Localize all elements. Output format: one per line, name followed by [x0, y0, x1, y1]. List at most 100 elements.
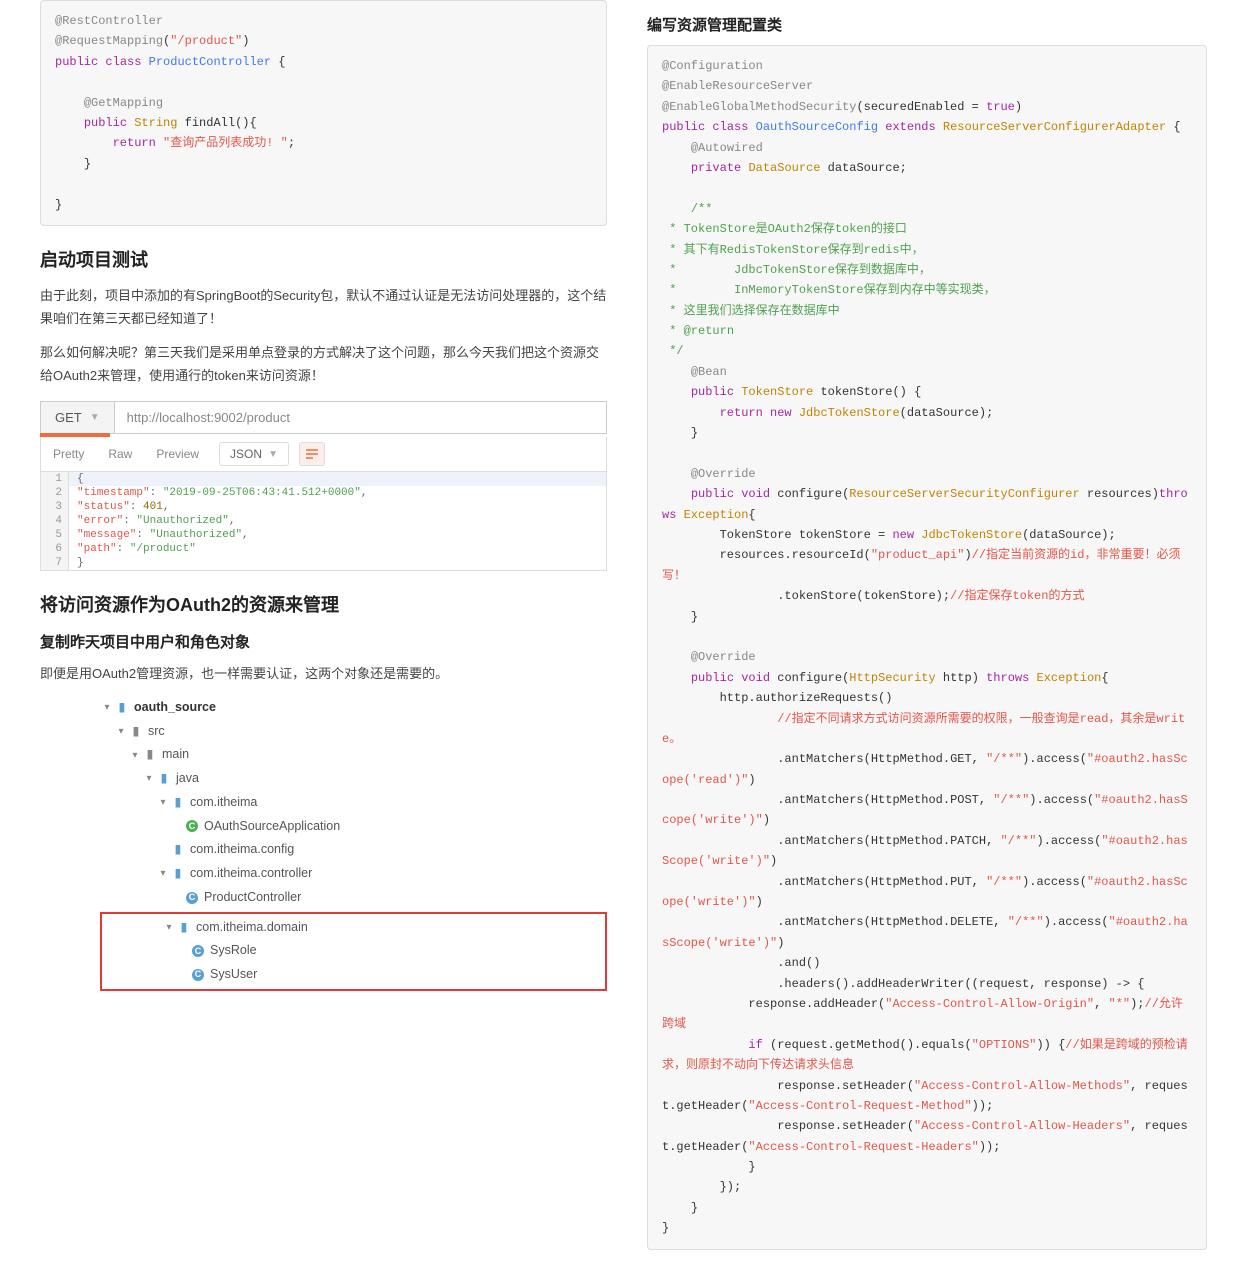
keyword: public	[691, 487, 734, 501]
heading-config-class: 编写资源管理配置类	[647, 14, 1207, 35]
heading-copy-objects: 复制昨天项目中用户和角色对象	[40, 631, 607, 652]
type: ResourceServerConfigurerAdapter	[943, 120, 1166, 134]
tree-row[interactable]: ▾▮main	[100, 743, 607, 767]
type: Exception	[684, 508, 749, 522]
json-line: "path": "/product"	[69, 542, 606, 556]
keyword: return	[720, 406, 763, 420]
tree-row[interactable]: ▮com.itheima.config	[100, 838, 607, 862]
tree-row[interactable]: ▾▮src	[100, 720, 607, 744]
string-literal: "OPTIONS"	[972, 1038, 1037, 1052]
wrap-lines-button[interactable]	[299, 442, 325, 466]
tree-label: com.itheima.config	[190, 838, 294, 862]
json-line: {	[69, 472, 606, 486]
class-icon: C	[184, 819, 200, 833]
comment: /**	[691, 202, 713, 216]
tab-raw[interactable]: Raw	[96, 441, 144, 467]
left-column: @RestController @RequestMapping("/produc…	[40, 0, 607, 1270]
tree-row[interactable]: ▾▮com.itheima	[100, 791, 607, 815]
folder-icon: ▮	[128, 724, 144, 738]
code-block-oauth-config: @Configuration @EnableResourceServer @En…	[647, 45, 1207, 1250]
page-root: @RestController @RequestMapping("/produc…	[0, 0, 1247, 1270]
comment: //指定保存token的方式	[950, 589, 1084, 603]
type: ResourceServerSecurityConfigurer	[849, 487, 1079, 501]
class-icon: C	[184, 891, 200, 905]
keyword: public	[691, 385, 734, 399]
chevron-down-icon: ▼	[90, 412, 100, 423]
method-name: findAll	[185, 116, 235, 130]
caret-down-icon: ▾	[100, 698, 114, 717]
tree-label: OAuthSourceApplication	[204, 815, 340, 839]
tree-row[interactable]: CSysUser	[106, 963, 601, 987]
tab-pretty[interactable]: Pretty	[41, 441, 96, 467]
annotation: @EnableGlobalMethodSecurity	[662, 100, 856, 114]
keyword: public	[662, 120, 705, 134]
keyword: class	[105, 55, 141, 69]
arg: resources	[1087, 487, 1152, 501]
annotation: @Autowired	[691, 141, 763, 155]
keyword: extends	[885, 120, 935, 134]
type: Exception	[1037, 671, 1102, 685]
tree-label: main	[162, 743, 189, 767]
highlighted-box: ▾▮com.itheima.domain CSysRole CSysUser	[100, 912, 607, 991]
method-name: tokenStore	[820, 385, 892, 399]
postman-request-bar: GET ▼ http://localhost:9002/product	[40, 401, 607, 434]
http-method-selector[interactable]: GET ▼	[41, 402, 115, 433]
postman-screenshot: GET ▼ http://localhost:9002/product Pret…	[40, 401, 607, 571]
json-response: 1{ 2 "timestamp": "2019-09-25T06:43:41.5…	[40, 472, 607, 571]
arg: http	[943, 671, 972, 685]
active-tab-indicator	[40, 433, 110, 437]
annotation: @Bean	[691, 365, 727, 379]
caret-down-icon: ▾	[114, 722, 128, 741]
json-line: "error": "Unauthorized",	[69, 514, 606, 528]
annotation: @Configuration	[662, 59, 763, 73]
type: JdbcTokenStore	[799, 406, 900, 420]
tree-label: java	[176, 767, 199, 791]
tab-preview[interactable]: Preview	[144, 441, 211, 467]
line-number: 2	[41, 486, 69, 500]
format-selector[interactable]: JSON ▼	[219, 442, 289, 466]
package-icon: ▮	[176, 920, 192, 934]
tree-label: com.itheima	[190, 791, 257, 815]
string-literal: "*"	[1109, 997, 1131, 1011]
package-icon: ▮	[170, 867, 186, 881]
tree-label: oauth_source	[134, 696, 216, 720]
keyword: new	[770, 406, 792, 420]
string-literal: "product_api"	[871, 548, 965, 562]
method-name: configure	[777, 487, 842, 501]
annotation: @EnableResourceServer	[662, 79, 813, 93]
caret-down-icon: ▾	[162, 918, 176, 937]
line-number: 6	[41, 542, 69, 556]
json-line: }	[69, 556, 606, 570]
comment: * JdbcTokenStore保存到数据库中，	[662, 263, 931, 277]
class-icon: C	[190, 968, 206, 982]
annotation: @RequestMapping	[55, 34, 163, 48]
class-name: ProductController	[149, 55, 271, 69]
class-name: OauthSourceConfig	[756, 120, 878, 134]
folder-icon: ▮	[142, 748, 158, 762]
project-tree: ▾▮oauth_source ▾▮src ▾▮main ▾▮java ▾▮com…	[100, 696, 607, 991]
annotation: @GetMapping	[84, 96, 163, 110]
tree-row[interactable]: ▾▮java	[100, 767, 607, 791]
caret-down-icon: ▾	[142, 769, 156, 788]
tree-row[interactable]: ▾▮com.itheima.domain	[106, 916, 601, 940]
paragraph: 由于此刻，项目中添加的有SpringBoot的Security包，默认不通过认证…	[40, 284, 607, 331]
string-literal: "查询产品列表成功! "	[163, 136, 288, 150]
tree-label: ProductController	[204, 886, 301, 910]
comment: //指定不同请求方式访问资源所需要的权限，一般查询是read，其余是write。	[662, 712, 1185, 746]
string-literal: "/**"	[986, 752, 1022, 766]
keyword: public	[84, 116, 127, 130]
tree-row[interactable]: C ProductController	[100, 886, 607, 910]
class-icon: C	[190, 944, 206, 958]
url-input[interactable]: http://localhost:9002/product	[115, 402, 606, 433]
tree-row-root[interactable]: ▾▮oauth_source	[100, 696, 607, 720]
tree-row[interactable]: ▾▮com.itheima.controller	[100, 862, 607, 886]
keyword: void	[741, 487, 770, 501]
tree-row[interactable]: C OAuthSourceApplication	[100, 815, 607, 839]
keyword: return	[113, 136, 156, 150]
tree-row[interactable]: CSysRole	[106, 939, 601, 963]
arg: securedEnabled =	[864, 100, 986, 114]
paragraph: 那么如何解决呢？第三天我们是采用单点登录的方式解决了这个问题，那么今天我们把这个…	[40, 341, 607, 388]
http-method-label: GET	[55, 410, 82, 425]
json-line: "timestamp": "2019-09-25T06:43:41.512+00…	[69, 486, 606, 500]
string-literal: "Access-Control-Request-Method"	[748, 1099, 971, 1113]
